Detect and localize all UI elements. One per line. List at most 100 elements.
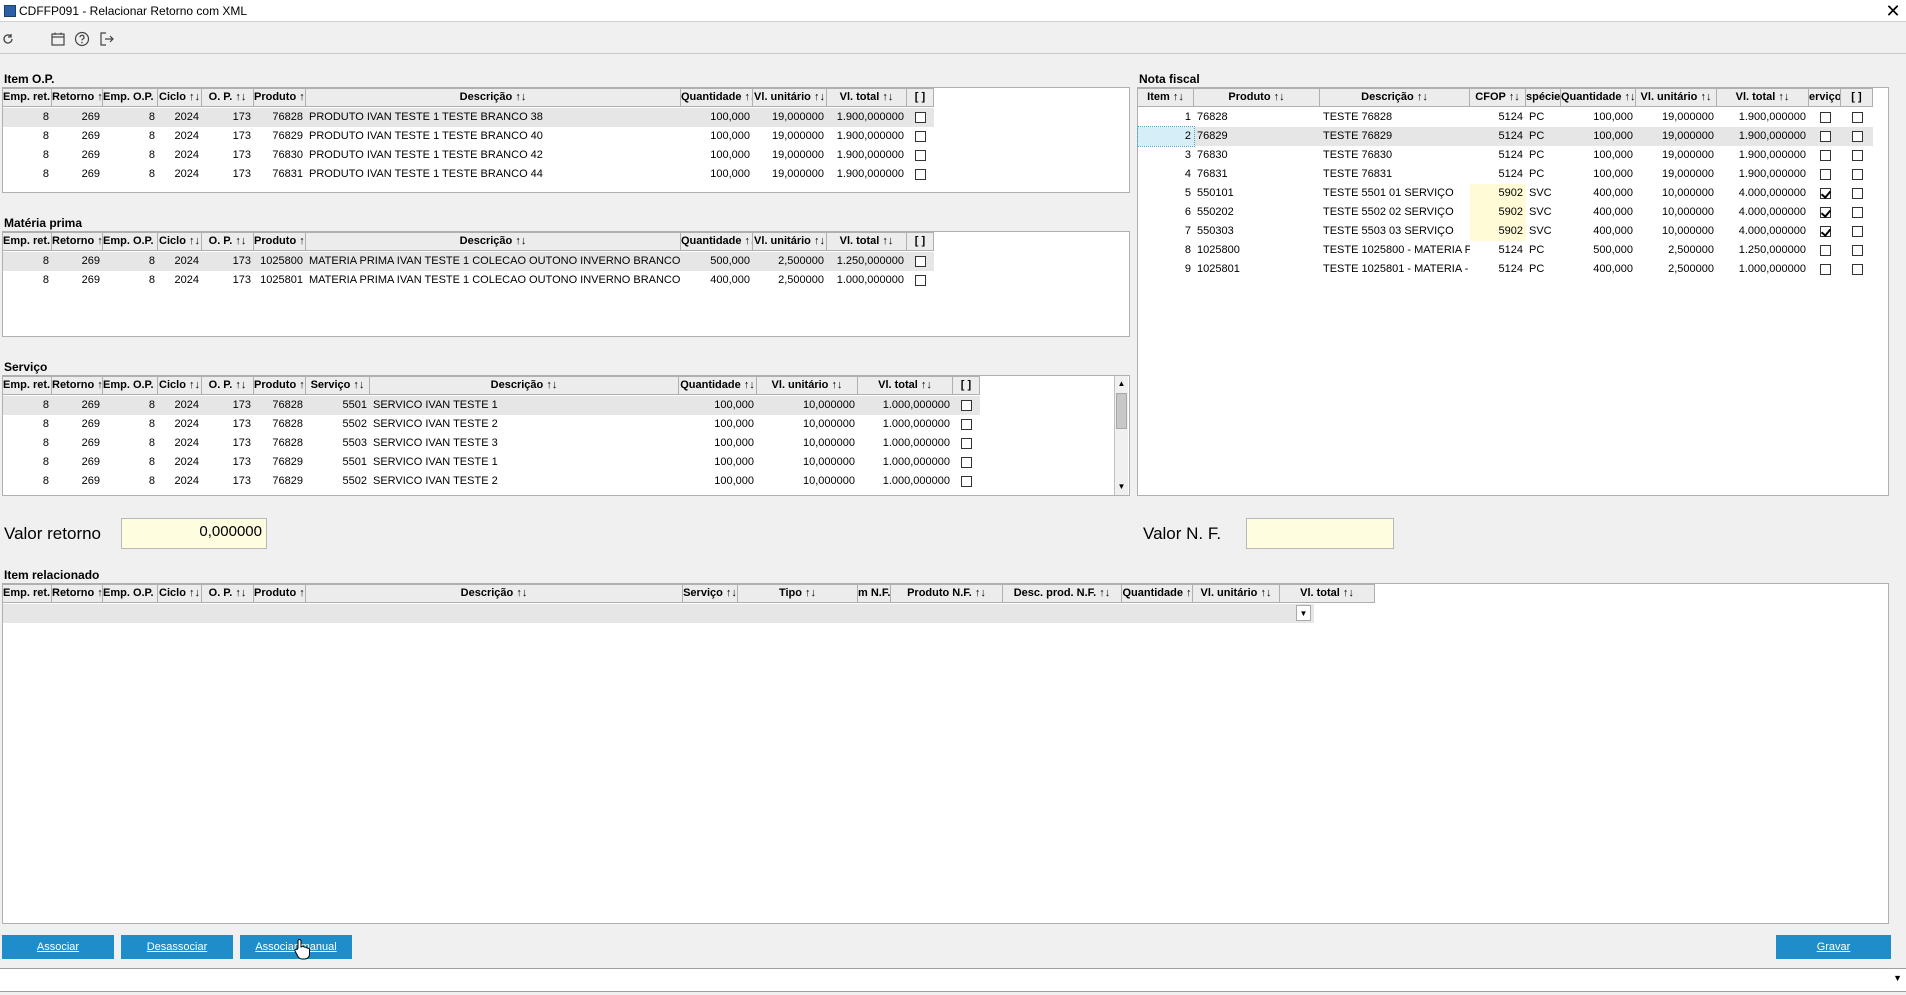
row-checkbox[interactable] [961,438,972,449]
table-row[interactable]: 8 269 8 2024 173 76829 PRODUTO IVAN TESTE 1 TE… [3,127,934,146]
item-relacionado-col-header[interactable]: Tipo ↑↓ [738,585,858,602]
row-checkbox[interactable] [1851,112,1863,123]
table-row[interactable]: 4 76831 TESTE 76831 5124 PC 100,000 19,000000 1… [1138,165,1873,184]
servico-col-header[interactable]: Retorno ↑↓ [52,377,103,394]
calendar-icon[interactable] [50,31,66,47]
checkbox-cell[interactable] [1809,146,1841,165]
item-relacionado-col-header[interactable]: Produto N.F. ↑↓ [891,585,1003,602]
materia-prima-col-header[interactable]: O. P. ↑↓ [202,233,254,250]
checkbox-cell[interactable] [953,434,980,453]
row-checkbox[interactable] [1819,264,1831,275]
row-checkbox[interactable] [1819,150,1831,161]
checkbox-cell[interactable] [953,453,980,472]
nota-fiscal-col-header[interactable]: spécie [1526,89,1561,106]
checkbox-cell[interactable] [953,415,980,434]
item-op-col-header[interactable]: Produto ↑↓ [254,89,306,106]
item-op-col-header[interactable]: Ciclo ↑↓ [158,89,202,106]
item-relacionado-empty-row[interactable]: ▼ [3,604,1314,623]
servico-col-header[interactable]: Vl. total ↑↓ [858,377,953,394]
checkbox-cell[interactable] [907,146,934,165]
materia-prima-col-header[interactable]: Retorno ↑↓ [52,233,103,250]
checkbox-cell[interactable] [1809,127,1841,146]
scroll-thumb[interactable] [1116,393,1127,429]
status-dropdown-icon[interactable]: ▼ [1893,973,1902,983]
nota-fiscal-col-header[interactable]: erviço [1809,89,1841,106]
checkbox-cell[interactable] [1841,165,1873,184]
table-row[interactable]: 7 550303 TESTE 5503 03 SERVIÇO 5902 SVC 400,0… [1138,222,1873,241]
table-row[interactable]: 8 269 8 2024 173 76828 5503 SERVICO IVAN TESTE … [3,434,980,453]
materia-prima-col-header[interactable]: Ciclo ↑↓ [158,233,202,250]
table-row[interactable]: 2 76829 TESTE 76829 5124 PC 100,000 19,000000 1… [1137,126,1873,147]
checkbox-cell[interactable] [907,252,934,271]
checkbox-cell[interactable] [907,127,934,146]
checkbox-cell[interactable] [953,396,980,415]
item-op-col-header[interactable]: Descrição ↑↓ [306,89,681,106]
row-checkbox[interactable] [915,275,926,286]
nota-fiscal-col-header[interactable]: Vl. unitário ↑↓ [1636,89,1717,106]
checkbox-cell[interactable] [1841,184,1873,203]
checkbox-cell[interactable] [1809,203,1841,222]
row-checkbox[interactable] [1819,207,1831,218]
table-row[interactable]: 8 269 8 2024 173 76829 5501 SERVICO IVAN TESTE … [3,453,980,472]
row-checkbox[interactable] [915,112,926,123]
table-row[interactable]: 5 550101 TESTE 5501 01 SERVIÇO 5902 SVC 400,0… [1138,184,1873,203]
help-icon[interactable] [74,31,90,47]
item-relacionado-col-header[interactable]: Emp. O.P. ↑ [103,585,158,602]
row-checkbox[interactable] [1819,112,1831,123]
checkbox-cell[interactable] [1841,108,1873,127]
item-op-col-header[interactable]: O. P. ↑↓ [202,89,254,106]
materia-prima-col-header[interactable]: Quantidade ↑↓ [681,233,753,250]
servico-col-header[interactable]: Produto ↑↓ [254,377,306,394]
row-checkbox[interactable] [915,150,926,161]
table-row[interactable]: 8 269 8 2024 173 1025800 MATERIA PRIMA IVAN TE… [3,252,934,271]
scroll-down-icon[interactable]: ▼ [1116,480,1127,494]
servico-col-header[interactable]: Vl. unitário ↑↓ [757,377,858,394]
row-checkbox[interactable] [915,169,926,180]
item-relacionado-col-header[interactable]: Vl. unitário ↑↓ [1193,585,1280,602]
row-checkbox[interactable] [1819,169,1831,180]
table-row[interactable]: 8 269 8 2024 173 76828 PRODUTO IVAN TESTE 1 TE… [3,108,934,127]
item-op-col-header[interactable]: [ ] [907,89,934,106]
servico-col-header[interactable]: [ ] [953,377,980,394]
table-row[interactable]: 8 269 8 2024 173 76828 5502 SERVICO IVAN TESTE … [3,415,980,434]
row-checkbox[interactable] [961,419,972,430]
item-relacionado-col-header[interactable]: Retorno ↑↓ [52,585,103,602]
servico-col-header[interactable]: Emp. O.P. ↑↓ [103,377,158,394]
row-checkbox[interactable] [1851,245,1863,256]
checkbox-cell[interactable] [907,108,934,127]
item-relacionado-col-header[interactable]: Vl. total ↑↓ [1280,585,1375,602]
checkbox-cell[interactable] [1809,108,1841,127]
table-row[interactable]: 1 76828 TESTE 76828 5124 PC 100,000 19,000000 1… [1138,108,1873,127]
row-checkbox[interactable] [1819,226,1831,237]
row-checkbox[interactable] [1851,131,1863,142]
checkbox-cell[interactable] [953,472,980,491]
checkbox-cell[interactable] [1841,203,1873,222]
gravar-button[interactable]: Gravar [1776,935,1891,959]
item-op-col-header[interactable]: Vl. total ↑↓ [827,89,907,106]
row-checkbox[interactable] [1851,150,1863,161]
row-checkbox[interactable] [915,256,926,267]
table-row[interactable]: 8 269 8 2024 173 76831 PRODUTO IVAN TESTE 1 TE… [3,165,934,184]
checkbox-cell[interactable] [1809,222,1841,241]
checkbox-cell[interactable] [1841,127,1873,146]
row-checkbox[interactable] [1851,188,1863,199]
checkbox-cell[interactable] [1841,260,1873,279]
row-checkbox[interactable] [1851,207,1863,218]
checkbox-cell[interactable] [907,271,934,290]
servico-col-header[interactable]: Serviço ↑↓ [306,377,370,394]
checkbox-cell[interactable] [1809,184,1841,203]
row-checkbox[interactable] [961,400,972,411]
table-row[interactable]: 8 269 8 2024 173 76828 5501 SERVICO IVAN TESTE … [3,396,980,415]
row-checkbox[interactable] [961,476,972,487]
tipo-dropdown-icon[interactable]: ▼ [1296,605,1311,621]
checkbox-cell[interactable] [1809,165,1841,184]
materia-prima-col-header[interactable]: Produto ↑↓ [254,233,306,250]
item-relacionado-col-header[interactable]: Emp. ret. ↑ [3,585,52,602]
row-checkbox[interactable] [1851,264,1863,275]
servico-col-header[interactable]: Emp. ret. ↑ [3,377,52,394]
nota-fiscal-col-header[interactable]: Item ↑↓ [1138,89,1194,106]
table-row[interactable]: 8 269 8 2024 173 76829 5502 SERVICO IVAN TESTE … [3,472,980,491]
exit-icon[interactable] [99,31,115,47]
item-relacionado-col-header[interactable]: O. P. ↑↓ [202,585,254,602]
servico-col-header[interactable]: O. P. ↑↓ [202,377,254,394]
